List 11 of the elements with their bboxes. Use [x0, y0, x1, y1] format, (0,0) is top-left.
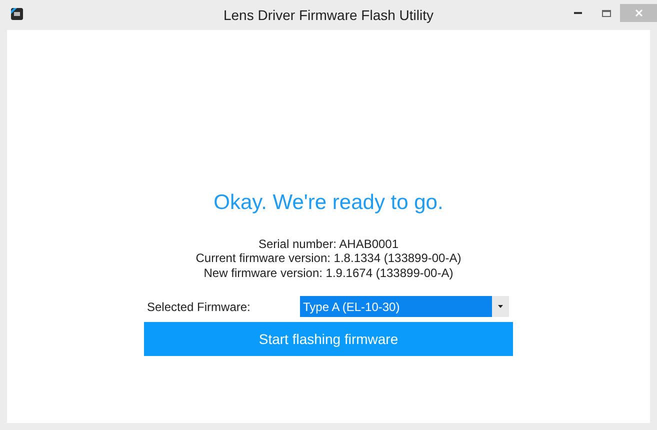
- heading: Okay. We're ready to go.: [214, 190, 444, 216]
- caret-icon: [498, 305, 503, 308]
- info-line: New firmware version: 1.9.1674 (133899-00-A): [204, 266, 454, 280]
- start-button[interactable]: Start flashing firmware: [144, 322, 513, 356]
- firmware-select[interactable]: Type A (EL-10-30): [300, 296, 509, 317]
- firmware-label: Selected Firmware:: [146, 298, 252, 316]
- app-icon: [9, 6, 25, 22]
- info-line: Current firmware version: 1.8.1334 (133899-00-A): [196, 251, 462, 266]
- close-icon: [634, 9, 642, 17]
- window-title: Lens Driver Firmware Flash Utility: [223, 6, 434, 25]
- info-line: Serial number: AHAB0001: [258, 236, 399, 251]
